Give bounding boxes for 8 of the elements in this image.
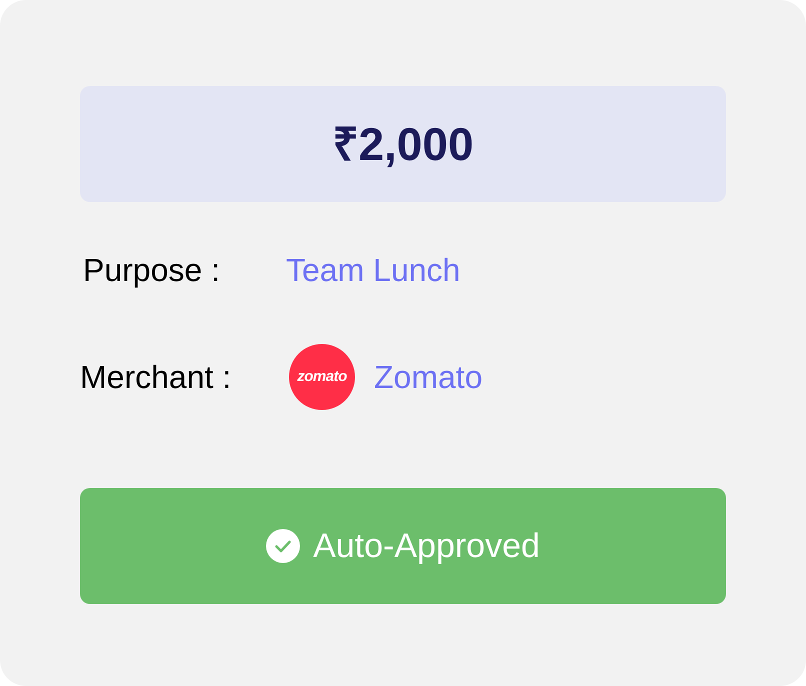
merchant-name: Zomato	[374, 358, 482, 397]
field-label: Merchant :	[80, 358, 232, 397]
amount-display: ₹2,000	[80, 86, 726, 202]
status-label: Auto-Approved	[313, 526, 540, 566]
field-label: Purpose :	[82, 251, 221, 290]
merchant-logo: zomato	[289, 344, 355, 410]
check-circle-icon	[266, 529, 300, 563]
field-value: Team Lunch	[286, 251, 460, 290]
